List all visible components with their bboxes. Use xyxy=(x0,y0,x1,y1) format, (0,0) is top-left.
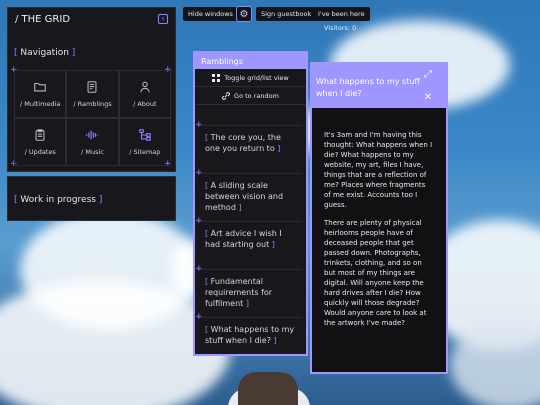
been-here-button[interactable]: I've been here xyxy=(313,7,370,21)
nav-item-label: / Multimedia xyxy=(19,100,61,108)
nav-item-music[interactable]: / Music xyxy=(66,118,119,166)
wip-window[interactable]: [ Work in progress ] xyxy=(7,176,176,221)
user-icon xyxy=(140,81,150,93)
ramblings-window: Ramblings Toggle grid/list view Go to ra… xyxy=(193,51,308,356)
nav-item-label: / Ramblings xyxy=(73,100,112,108)
document-icon xyxy=(88,81,97,93)
clipboard-icon xyxy=(35,129,45,141)
grid-icon xyxy=(212,73,221,82)
list-item[interactable]: +[ The core you, the one you return to ] xyxy=(195,121,302,173)
folder-icon xyxy=(34,82,46,92)
audio-wave-icon xyxy=(86,130,99,140)
link-icon xyxy=(222,91,230,100)
wip-heading: [ Work in progress ] xyxy=(14,195,103,205)
grid-window-title: / THE GRID xyxy=(15,13,71,25)
nav-item-sitemap[interactable]: / Sitemap xyxy=(118,118,171,166)
sign-guestbook-button[interactable]: Sign guestbook xyxy=(256,7,317,21)
collapse-icon[interactable]: ‹ xyxy=(158,14,168,24)
sitemap-icon xyxy=(139,129,151,141)
go-random-label: Go to random xyxy=(234,91,279,100)
close-icon[interactable]: ✕ xyxy=(424,92,432,104)
article-paragraph: It's 3am and I'm having this thought: Wh… xyxy=(324,131,433,209)
list-item[interactable]: +[ A sliding scale between vision and me… xyxy=(195,169,302,221)
nav-item-label: / Sitemap xyxy=(129,148,161,156)
toggle-view-label: Toggle grid/list view xyxy=(224,73,289,82)
article-body: It's 3am and I'm having this thought: Wh… xyxy=(312,108,446,328)
list-item[interactable]: +[ What happens to my stuff when I die? … xyxy=(195,313,302,365)
visitor-counter: Visitors: 0 xyxy=(324,24,357,32)
nav-item-label: / About xyxy=(133,100,157,108)
article-title: What happens to my stuff when I die? xyxy=(316,77,420,98)
nav-item-updates[interactable]: / Updates xyxy=(14,118,67,166)
expand-icon[interactable]: ⤢ xyxy=(424,69,432,81)
nav-item-multimedia[interactable]: / Multimedia xyxy=(14,70,67,118)
nav-item-ramblings[interactable]: / Ramblings xyxy=(66,70,119,118)
ramblings-title: Ramblings xyxy=(201,56,243,66)
toggle-view-button[interactable]: Toggle grid/list view xyxy=(195,69,306,87)
grid-window-titlebar: / THE GRID ‹ xyxy=(8,8,175,30)
nav-item-label: / Updates xyxy=(24,148,56,156)
list-item[interactable]: +[ Fundamental requirements for fulfilme… xyxy=(195,265,302,317)
ramblings-list: +[ The core you, the one you return to ]… xyxy=(195,121,302,365)
navigation-heading: [ Navigation ] xyxy=(14,48,76,58)
article-paragraph: There are plenty of physical heirlooms p… xyxy=(324,219,427,327)
ramblings-titlebar[interactable]: Ramblings xyxy=(195,53,306,69)
grid-window: / THE GRID ‹ [ Navigation ] + + + + / Mu… xyxy=(7,7,176,172)
nav-item-about[interactable]: / About xyxy=(118,70,171,118)
nav-item-label: / Music xyxy=(81,148,104,156)
go-random-button[interactable]: Go to random xyxy=(195,87,306,105)
person-head xyxy=(238,372,298,405)
hide-windows-button[interactable]: Hide windows xyxy=(183,7,238,21)
navigation-grid: / Multimedia / Ramblings / About / Updat… xyxy=(14,70,171,166)
list-item[interactable]: +[ Art advice I wish I had starting out … xyxy=(195,217,302,269)
article-titlebar[interactable]: What happens to my stuff when I die? ⤢ ✕ xyxy=(312,64,446,108)
article-window: What happens to my stuff when I die? ⤢ ✕… xyxy=(310,62,448,374)
settings-button[interactable]: ⚙ xyxy=(236,6,252,22)
gear-icon: ⚙ xyxy=(239,8,249,20)
